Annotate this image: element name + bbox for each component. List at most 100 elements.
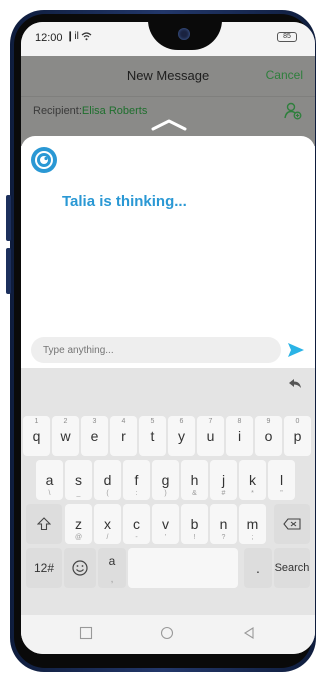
home-icon[interactable] — [160, 626, 174, 640]
key-k[interactable]: k * — [239, 460, 266, 500]
key-label: f — [134, 472, 139, 488]
key-d[interactable]: d( — [94, 460, 121, 500]
key-t[interactable]: t5 — [139, 416, 166, 456]
compose-bar — [21, 332, 315, 368]
cancel-button[interactable]: Cancel — [266, 68, 303, 82]
key-label: q — [32, 428, 41, 444]
language-key[interactable]: a , — [98, 548, 126, 588]
language-key-sub: , — [110, 574, 114, 585]
key-number-hint: 9 — [266, 418, 271, 425]
key-e[interactable]: e3 — [81, 416, 108, 456]
navigation-bar — [21, 615, 315, 654]
key-label: t — [150, 428, 155, 444]
volume-button — [6, 195, 11, 241]
key-label: d — [103, 472, 112, 488]
key-label: h — [190, 472, 199, 488]
key-r[interactable]: r4 — [110, 416, 137, 456]
key-g[interactable]: g) — [152, 460, 179, 500]
key-label: j — [221, 472, 226, 488]
key-label: p — [293, 428, 302, 444]
signal-icon: ❙il — [66, 31, 79, 42]
key-m[interactable]: m; — [239, 504, 266, 544]
wifi-icon — [81, 32, 92, 41]
collapse-chevron-icon[interactable] — [149, 117, 189, 131]
key-z[interactable]: z @ — [65, 504, 92, 544]
key-number-hint: 3 — [92, 418, 97, 425]
key-label: b — [190, 516, 199, 532]
key-number-hint: 6 — [179, 418, 184, 425]
key-u[interactable]: u7 — [197, 416, 224, 456]
symbols-key[interactable]: 12# — [26, 548, 62, 588]
key-number-hint: 0 — [295, 418, 300, 425]
key-symbol-hint: @ — [74, 534, 83, 541]
key-label: e — [90, 428, 99, 444]
key-symbol-hint: : — [135, 490, 138, 497]
key-symbol-hint: ; — [251, 534, 254, 541]
key-number-hint: 4 — [121, 418, 126, 425]
key-c[interactable]: c- — [123, 504, 150, 544]
key-o[interactable]: o9 — [255, 416, 282, 456]
key-label: k — [249, 472, 256, 488]
talia-assistant-icon — [31, 147, 57, 173]
add-contact-icon[interactable] — [283, 101, 303, 121]
recents-icon[interactable] — [79, 626, 93, 640]
key-v[interactable]: v ' — [152, 504, 179, 544]
key-y[interactable]: y6 — [168, 416, 195, 456]
key-label: g — [161, 472, 170, 488]
power-button — [6, 248, 11, 294]
key-j[interactable]: j # — [210, 460, 237, 500]
key-w[interactable]: w2 — [52, 416, 79, 456]
undo-icon[interactable] — [287, 376, 303, 392]
key-x[interactable]: x / — [94, 504, 121, 544]
key-number-hint: 1 — [34, 418, 39, 425]
key-symbol-hint: & — [192, 490, 197, 497]
key-symbol-hint: ? — [221, 534, 226, 541]
key-l[interactable]: l " — [268, 460, 295, 500]
assistant-panel: Talia is thinking... — [21, 136, 315, 362]
backspace-key[interactable] — [274, 504, 310, 544]
key-label: x — [104, 516, 111, 532]
key-symbol-hint: * — [251, 490, 254, 497]
backspace-icon — [283, 518, 301, 530]
key-a[interactable]: a \ — [36, 460, 63, 500]
recipient-label: Recipient: — [33, 105, 82, 117]
key-symbol-hint: ) — [164, 490, 167, 497]
screen: 12:00 ❙il 85 New Message Cancel Recipien… — [21, 22, 315, 654]
key-f[interactable]: f: — [123, 460, 150, 500]
emoji-icon — [72, 560, 88, 576]
key-b[interactable]: b! — [181, 504, 208, 544]
key-q[interactable]: q1 — [23, 416, 50, 456]
key-h[interactable]: h & — [181, 460, 208, 500]
back-icon[interactable] — [242, 626, 256, 640]
recipient-field[interactable]: Recipient:Elisa Roberts — [33, 105, 147, 117]
key-i[interactable]: i8 — [226, 416, 253, 456]
key-s[interactable]: s _ — [65, 460, 92, 500]
period-key[interactable]: . — [244, 548, 272, 588]
key-symbol-hint: ( — [106, 490, 109, 497]
key-n[interactable]: n? — [210, 504, 237, 544]
shift-key[interactable] — [26, 504, 62, 544]
key-label: n — [219, 516, 228, 532]
key-p[interactable]: p0 — [284, 416, 311, 456]
key-number-hint: 2 — [63, 418, 68, 425]
search-key[interactable]: Search — [274, 548, 310, 588]
message-input[interactable] — [31, 337, 281, 363]
key-label: o — [264, 428, 273, 444]
key-label: l — [279, 472, 284, 488]
key-symbol-hint: ! — [193, 534, 196, 541]
send-icon[interactable] — [287, 341, 305, 359]
key-label: y — [178, 428, 185, 444]
space-key[interactable] — [128, 548, 238, 588]
key-label: r — [121, 428, 126, 444]
keyboard-toolbar — [21, 368, 315, 402]
key-label: i — [237, 428, 242, 444]
key-label: a — [45, 472, 54, 488]
key-number-hint: 5 — [150, 418, 155, 425]
key-symbol-hint: # — [221, 490, 226, 497]
key-label: s — [75, 472, 82, 488]
message-header: New Message Cancel — [21, 56, 315, 96]
camera-icon — [178, 28, 190, 40]
status-time: 12:00 — [35, 32, 63, 44]
emoji-key[interactable] — [64, 548, 96, 588]
recipient-name: Elisa Roberts — [81, 105, 148, 117]
